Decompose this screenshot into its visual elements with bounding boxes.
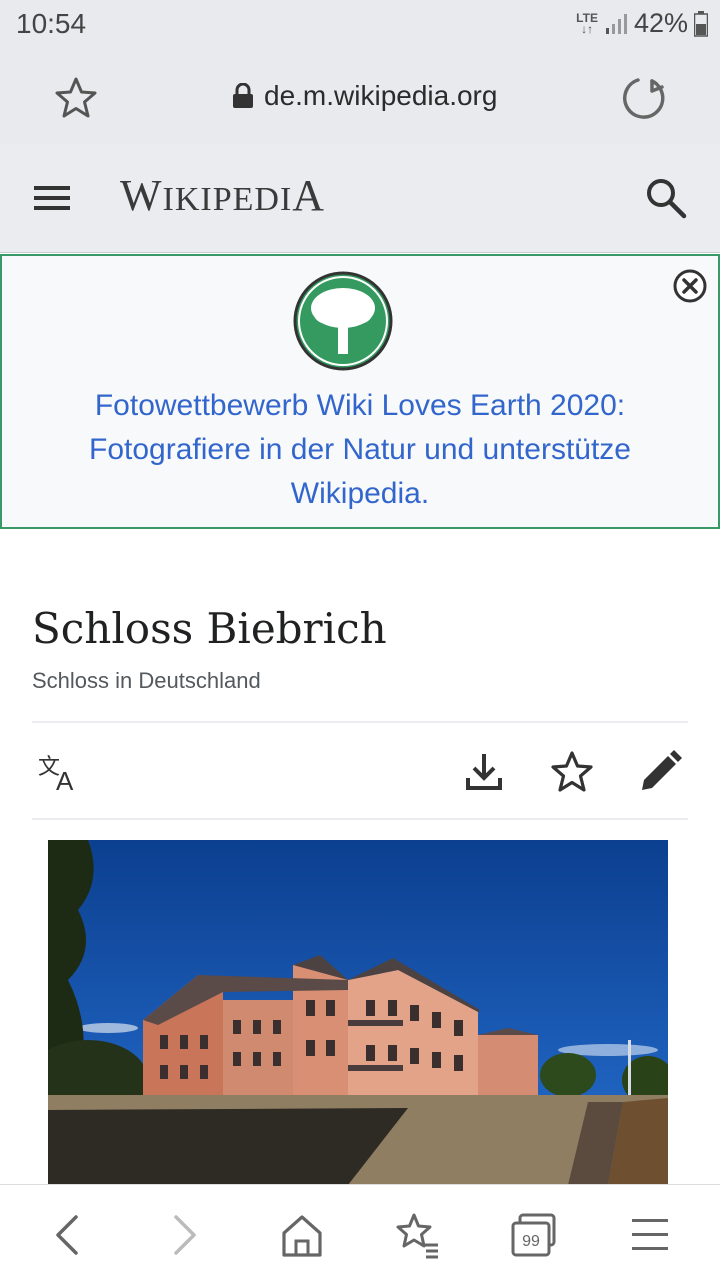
download-icon[interactable]	[460, 748, 508, 796]
status-time: 10:54	[16, 8, 87, 39]
battery-icon	[694, 10, 708, 37]
home-icon[interactable]	[276, 1209, 328, 1261]
search-icon[interactable]	[642, 174, 690, 222]
wikipedia-logo[interactable]: WIKIPEDIA	[120, 170, 325, 221]
lock-icon	[233, 83, 253, 108]
close-icon[interactable]	[672, 268, 708, 304]
banner-text[interactable]: Fotowettbewerb Wiki Loves Earth 2020: Fo…	[22, 384, 698, 516]
url-field[interactable]: de.m.wikipedia.org	[232, 80, 497, 112]
star-icon[interactable]	[52, 74, 100, 122]
article-image[interactable]	[48, 840, 668, 1185]
status-bar: 10:54 LTE ↓↑ 42%	[0, 0, 720, 52]
tree-logo-icon	[293, 271, 393, 371]
page-description: Schloss in Deutschland	[32, 668, 261, 693]
tabs-icon[interactable]: 99	[508, 1209, 560, 1261]
menu-icon[interactable]	[624, 1209, 676, 1261]
reload-icon[interactable]	[618, 72, 670, 124]
menu-icon[interactable]	[30, 178, 74, 218]
wikipedia-header: WIKIPEDIA	[0, 144, 720, 253]
campaign-banner[interactable]: Fotowettbewerb Wiki Loves Earth 2020: Fo…	[0, 254, 720, 529]
bookmarks-icon[interactable]	[392, 1209, 444, 1261]
watch-star-icon[interactable]	[548, 748, 596, 796]
signal-icon	[605, 13, 627, 34]
tabs-count: 99	[522, 1233, 540, 1250]
language-icon[interactable]: 文 A	[36, 748, 84, 796]
back-icon[interactable]	[42, 1209, 94, 1261]
browser-address-bar: de.m.wikipedia.org	[0, 52, 720, 144]
divider	[32, 818, 688, 820]
divider	[32, 721, 688, 723]
svg-text:A: A	[56, 766, 74, 796]
status-indicators: LTE ↓↑ 42%	[576, 8, 708, 39]
url-text: de.m.wikipedia.org	[264, 80, 498, 111]
forward-icon[interactable]	[158, 1209, 210, 1261]
page-title: Schloss Biebrich	[32, 604, 387, 653]
battery-percent: 42%	[633, 8, 688, 38]
lte-icon: LTE ↓↑	[576, 10, 598, 36]
edit-pencil-icon[interactable]	[636, 748, 684, 796]
browser-bottom-nav: 99	[0, 1184, 720, 1281]
